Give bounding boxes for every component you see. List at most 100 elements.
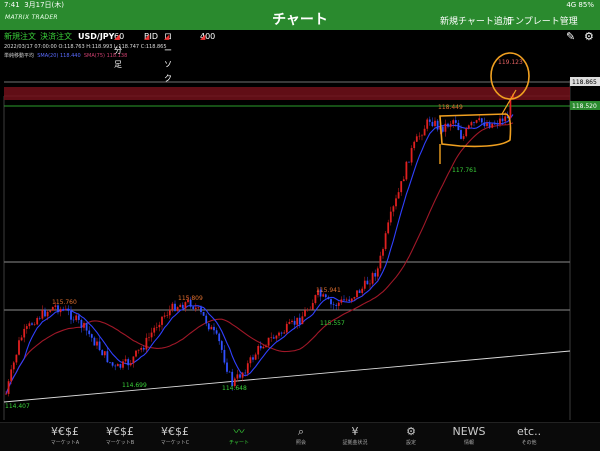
candle-body [124,359,127,362]
candle-body [244,372,247,374]
candle-body [488,123,491,128]
candle-body [306,309,309,311]
candle-body [447,123,449,127]
current-price-tag: 118.865 [572,79,597,86]
tab-9[interactable]: etc.. その他 [504,423,554,451]
trend-line [3,350,571,403]
candle-body [7,381,10,394]
candle-body [137,349,140,351]
candle-body [252,357,254,360]
tab-5[interactable]: ⌕ 照会 [276,423,326,451]
tab-2[interactable]: ¥€$£ マーケットB [95,423,145,451]
candle-body [122,361,124,368]
candle-body [410,148,413,163]
ma20-line [5,114,514,395]
settle-order-button[interactable]: 決済注文 [40,30,72,44]
candle-body [434,120,436,127]
candle-body [332,304,335,305]
candle-body [473,122,475,123]
candle-body [460,130,462,139]
chart-area[interactable]: 2022/03/17 07:00:00 O:118.763 H:118.993 … [0,44,600,422]
pencil-icon[interactable]: ✎ [566,30,575,44]
candle-body [241,372,244,378]
candle-body [174,303,176,311]
price-chart: 118.865 118.520 119.123 118.449 117.761 115.… [3,52,600,420]
candle-body [340,299,343,303]
tab-7[interactable]: ⚙ 設定 [386,423,436,451]
gear-icon[interactable]: ⚙ [584,30,594,44]
candle-body [18,340,20,355]
candle-body [478,118,481,121]
candle-body [109,362,111,363]
price-annotation: 115.809 [178,295,203,302]
candle-body [475,120,478,123]
candle-body [62,308,65,310]
candle-body [369,283,371,285]
candle-body [171,303,174,310]
new-order-button[interactable]: 新規注文 [4,30,36,44]
candle-body [194,307,197,309]
candle-body [72,319,75,321]
candle-body [148,337,150,338]
candle-body [23,328,26,338]
tab-6[interactable]: ¥ 証拠金状況 [330,423,380,451]
candle-body [496,123,499,125]
candle-body [298,317,301,325]
candle-body [283,332,286,334]
candle-body [57,305,59,313]
candle-body [465,128,468,137]
candle-body [207,323,210,330]
candle-body [387,222,390,234]
ma75-line [5,122,514,395]
candle-body [486,123,488,127]
candle-body [28,323,31,327]
candle-body [192,306,195,309]
candle-body [96,341,98,346]
pair-selector[interactable]: USD/JPY ◢ [78,30,120,44]
candle-body [267,337,270,346]
dropdown-caret-icon: ◢ [200,33,206,41]
chart-icon: 〰 [233,425,245,438]
template-manage-button[interactable]: テンプレート管理 [506,14,578,27]
tab-label: マーケットA [50,440,80,446]
candle-body [119,364,122,368]
app-logo: MATRIX TRADER [5,14,58,21]
tab-3[interactable]: ¥€$£ マーケットC [150,423,200,451]
candle-body [231,371,234,387]
candle-body [366,280,369,285]
candle-body [324,294,327,298]
candle-body [374,273,377,277]
candle-body [291,320,293,322]
candle-body [51,306,54,311]
candle-body [184,302,187,309]
candle-body [361,288,364,293]
candle-body [116,364,119,367]
candle-body [293,320,296,325]
candle-body [418,135,421,137]
tab-label: 情報 [463,440,474,446]
app-header: MATRIX TRADER チャート 新規チャート追加 テンプレート管理 [0,10,600,30]
candle-body [428,119,431,122]
tab-8[interactable]: NEWS 情報 [444,423,494,451]
chart-toolbar: 新規注文 決済注文 USD/JPY ◢ 60分足 ◢ BID ◢ ローソク ◢ 400 ◢… [0,30,600,83]
candle-body [405,161,408,180]
candle-body [197,307,200,308]
candle-body [280,332,283,334]
candle-body [228,371,231,373]
candle-body [288,321,291,324]
candle-body [98,341,101,351]
candle-body [382,249,384,256]
candle-body [337,302,340,306]
candle-body [67,309,70,311]
candle-body [135,350,137,357]
candle-body [83,323,85,328]
tab-label: マーケットB [105,440,135,446]
candle-body [142,347,145,350]
candle-body [371,273,374,284]
candle-body [278,332,280,336]
tab-1[interactable]: ¥€$£ マーケットA [40,423,90,451]
add-chart-button[interactable]: 新規チャート追加 [440,14,512,27]
candle-body [421,135,423,137]
tab-4[interactable]: 〰チャート [214,423,264,451]
candle-body [423,128,426,136]
